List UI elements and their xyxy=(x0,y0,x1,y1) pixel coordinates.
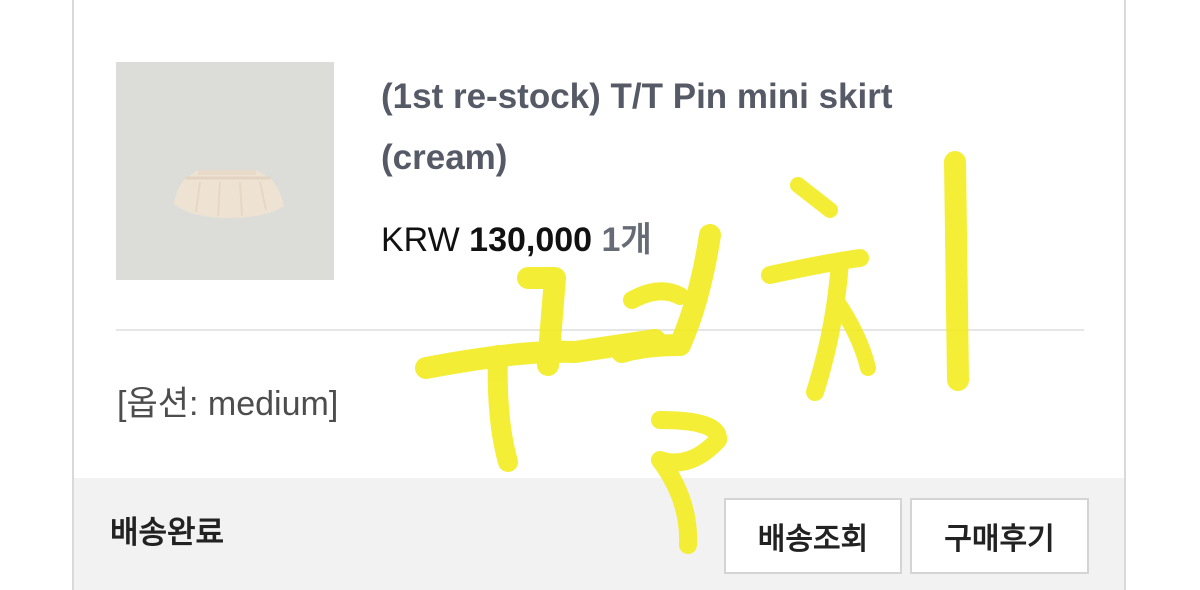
track-delivery-button[interactable]: 배송조회 xyxy=(724,498,902,574)
price-currency: KRW xyxy=(381,221,460,259)
delivery-status: 배송완료 xyxy=(110,515,225,550)
price-amount: 130,000 xyxy=(469,221,593,259)
product-option: [옵션: medium] xyxy=(117,385,339,423)
divider xyxy=(116,329,1084,331)
order-item-page: (1st re-stock) T/T Pin mini skirt (cream… xyxy=(0,0,1200,590)
skirt-image-icon xyxy=(116,62,334,280)
price-row: KRW 130,000 1개 xyxy=(381,218,652,262)
product-thumbnail[interactable] xyxy=(116,62,334,280)
product-title[interactable]: (1st re-stock) T/T Pin mini skirt (cream… xyxy=(381,66,1021,188)
quantity-label: 1개 xyxy=(601,221,652,259)
write-review-button[interactable]: 구매후기 xyxy=(910,498,1089,574)
